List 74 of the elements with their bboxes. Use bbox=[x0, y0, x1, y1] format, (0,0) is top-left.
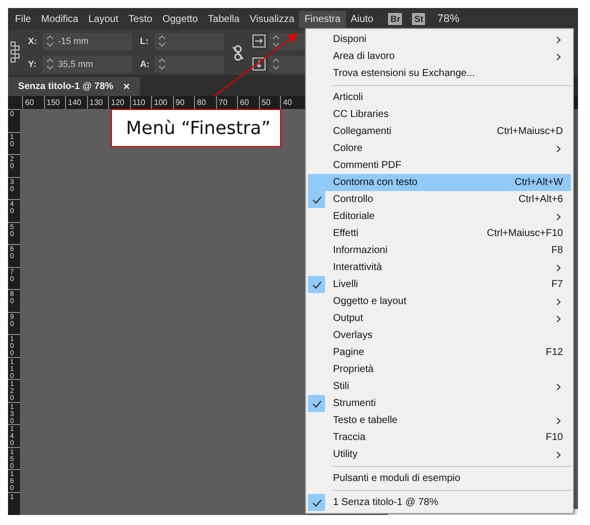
menu-item[interactable]: Oggetto e layout bbox=[308, 293, 571, 310]
menu-title[interactable]: Tabella bbox=[202, 10, 245, 28]
menu-item[interactable]: 1 Senza titolo-1 @ 78% bbox=[308, 494, 571, 511]
y-field[interactable]: 35,5 mm bbox=[43, 56, 132, 72]
align-icon[interactable] bbox=[252, 34, 266, 48]
menu-title[interactable]: Layout bbox=[83, 10, 124, 28]
broken-link-icon[interactable] bbox=[232, 44, 244, 60]
menu-item[interactable]: Pulsanti e moduli di esempio bbox=[308, 470, 571, 487]
menu-item[interactable]: Interattività bbox=[308, 259, 571, 276]
spinner-icon[interactable] bbox=[272, 34, 280, 48]
ruler-label: 60 bbox=[25, 98, 34, 107]
menu-item[interactable]: Overlays bbox=[308, 327, 571, 344]
menu-item[interactable]: Effetti Ctrl+Maiusc+F10 bbox=[308, 225, 571, 242]
spinner-icon[interactable] bbox=[272, 57, 280, 71]
reference-point-icon[interactable] bbox=[10, 40, 20, 64]
close-button[interactable]: × bbox=[123, 80, 130, 92]
menu-item[interactable]: Proprietà bbox=[308, 361, 571, 378]
menu-item[interactable]: Disponi bbox=[308, 31, 571, 48]
width-field[interactable] bbox=[155, 32, 224, 50]
menu-title[interactable]: Modifica bbox=[36, 10, 84, 28]
ruler-label: 120 bbox=[111, 98, 124, 107]
menu-title[interactable]: Visualizza bbox=[244, 10, 300, 28]
menu-item[interactable]: Area di lavoro bbox=[308, 48, 571, 65]
ruler-label: 90 bbox=[176, 98, 184, 107]
ruler-label: 50 bbox=[262, 98, 270, 107]
x-label: X: bbox=[28, 36, 38, 46]
menu-item[interactable]: Utility bbox=[308, 446, 571, 463]
menu-item[interactable]: Colore bbox=[308, 140, 571, 157]
menu-item[interactable]: Stili bbox=[308, 378, 571, 395]
ruler-label: 140 bbox=[68, 98, 82, 107]
tab-title: Senza titolo-1 @ 78% bbox=[18, 81, 114, 92]
menu-title[interactable]: Finestra bbox=[299, 10, 346, 28]
menu-item[interactable]: Commenti PDF bbox=[308, 157, 571, 174]
document-tab[interactable]: Senza titolo-1 @ 78% × bbox=[8, 77, 140, 96]
height-field[interactable] bbox=[155, 56, 224, 72]
x-field[interactable]: -15 mm bbox=[43, 32, 132, 50]
ruler-label: 80 bbox=[197, 98, 206, 107]
spinner-icon[interactable] bbox=[158, 34, 166, 48]
ruler-label: 110 bbox=[132, 98, 146, 107]
menu-item[interactable]: Contorna con testo Ctrl+Alt+W bbox=[308, 174, 571, 191]
app-badge[interactable]: St bbox=[412, 13, 426, 25]
menu-item[interactable]: Testo e tabelle bbox=[308, 412, 571, 429]
ruler-label: 150 bbox=[46, 98, 60, 107]
ruler-label: 100 bbox=[154, 98, 168, 107]
menu-title[interactable]: File bbox=[10, 10, 36, 28]
ruler-label: 40 bbox=[283, 98, 292, 107]
zoom-level[interactable]: 78% bbox=[437, 13, 460, 25]
ruler-label: 130 bbox=[90, 98, 103, 107]
menu-item[interactable]: CC Libraries bbox=[308, 106, 571, 123]
align-icon[interactable] bbox=[252, 57, 266, 71]
callout-text: Menù “Finestra” bbox=[111, 109, 281, 147]
menu-item[interactable]: Informazioni F8 bbox=[308, 242, 571, 259]
menu-title[interactable]: Testo bbox=[123, 10, 158, 28]
menu-item[interactable]: Livelli F7 bbox=[308, 276, 571, 293]
menu-title[interactable]: Oggetto bbox=[157, 10, 203, 28]
spinner-icon[interactable] bbox=[158, 57, 166, 71]
menu-item[interactable]: Editoriale bbox=[308, 208, 571, 225]
menu-item[interactable]: Traccia F10 bbox=[308, 429, 571, 446]
menu-item[interactable]: Pagine F12 bbox=[308, 344, 571, 361]
spinner-icon[interactable] bbox=[46, 57, 54, 71]
width-label: L: bbox=[140, 36, 150, 46]
menu-item[interactable]: Strumenti bbox=[308, 395, 571, 412]
menu-item[interactable]: Controllo Ctrl+Alt+6 bbox=[308, 191, 571, 208]
spinner-icon[interactable] bbox=[46, 34, 54, 48]
y-label: Y: bbox=[28, 59, 38, 69]
menu-title[interactable]: Aiuto bbox=[346, 10, 378, 28]
menu-item[interactable]: Output bbox=[308, 310, 571, 327]
ruler-label: 60 bbox=[240, 98, 249, 107]
height-label: A: bbox=[140, 59, 150, 69]
menu-item[interactable]: Trova estensioni su Exchange... bbox=[308, 65, 571, 82]
menu-item[interactable]: Articoli bbox=[308, 89, 571, 106]
menu-item[interactable]: Collegamenti Ctrl+Maiusc+D bbox=[308, 123, 571, 140]
ruler-label: 70 bbox=[218, 98, 228, 107]
app-badge[interactable]: Br bbox=[388, 13, 402, 25]
